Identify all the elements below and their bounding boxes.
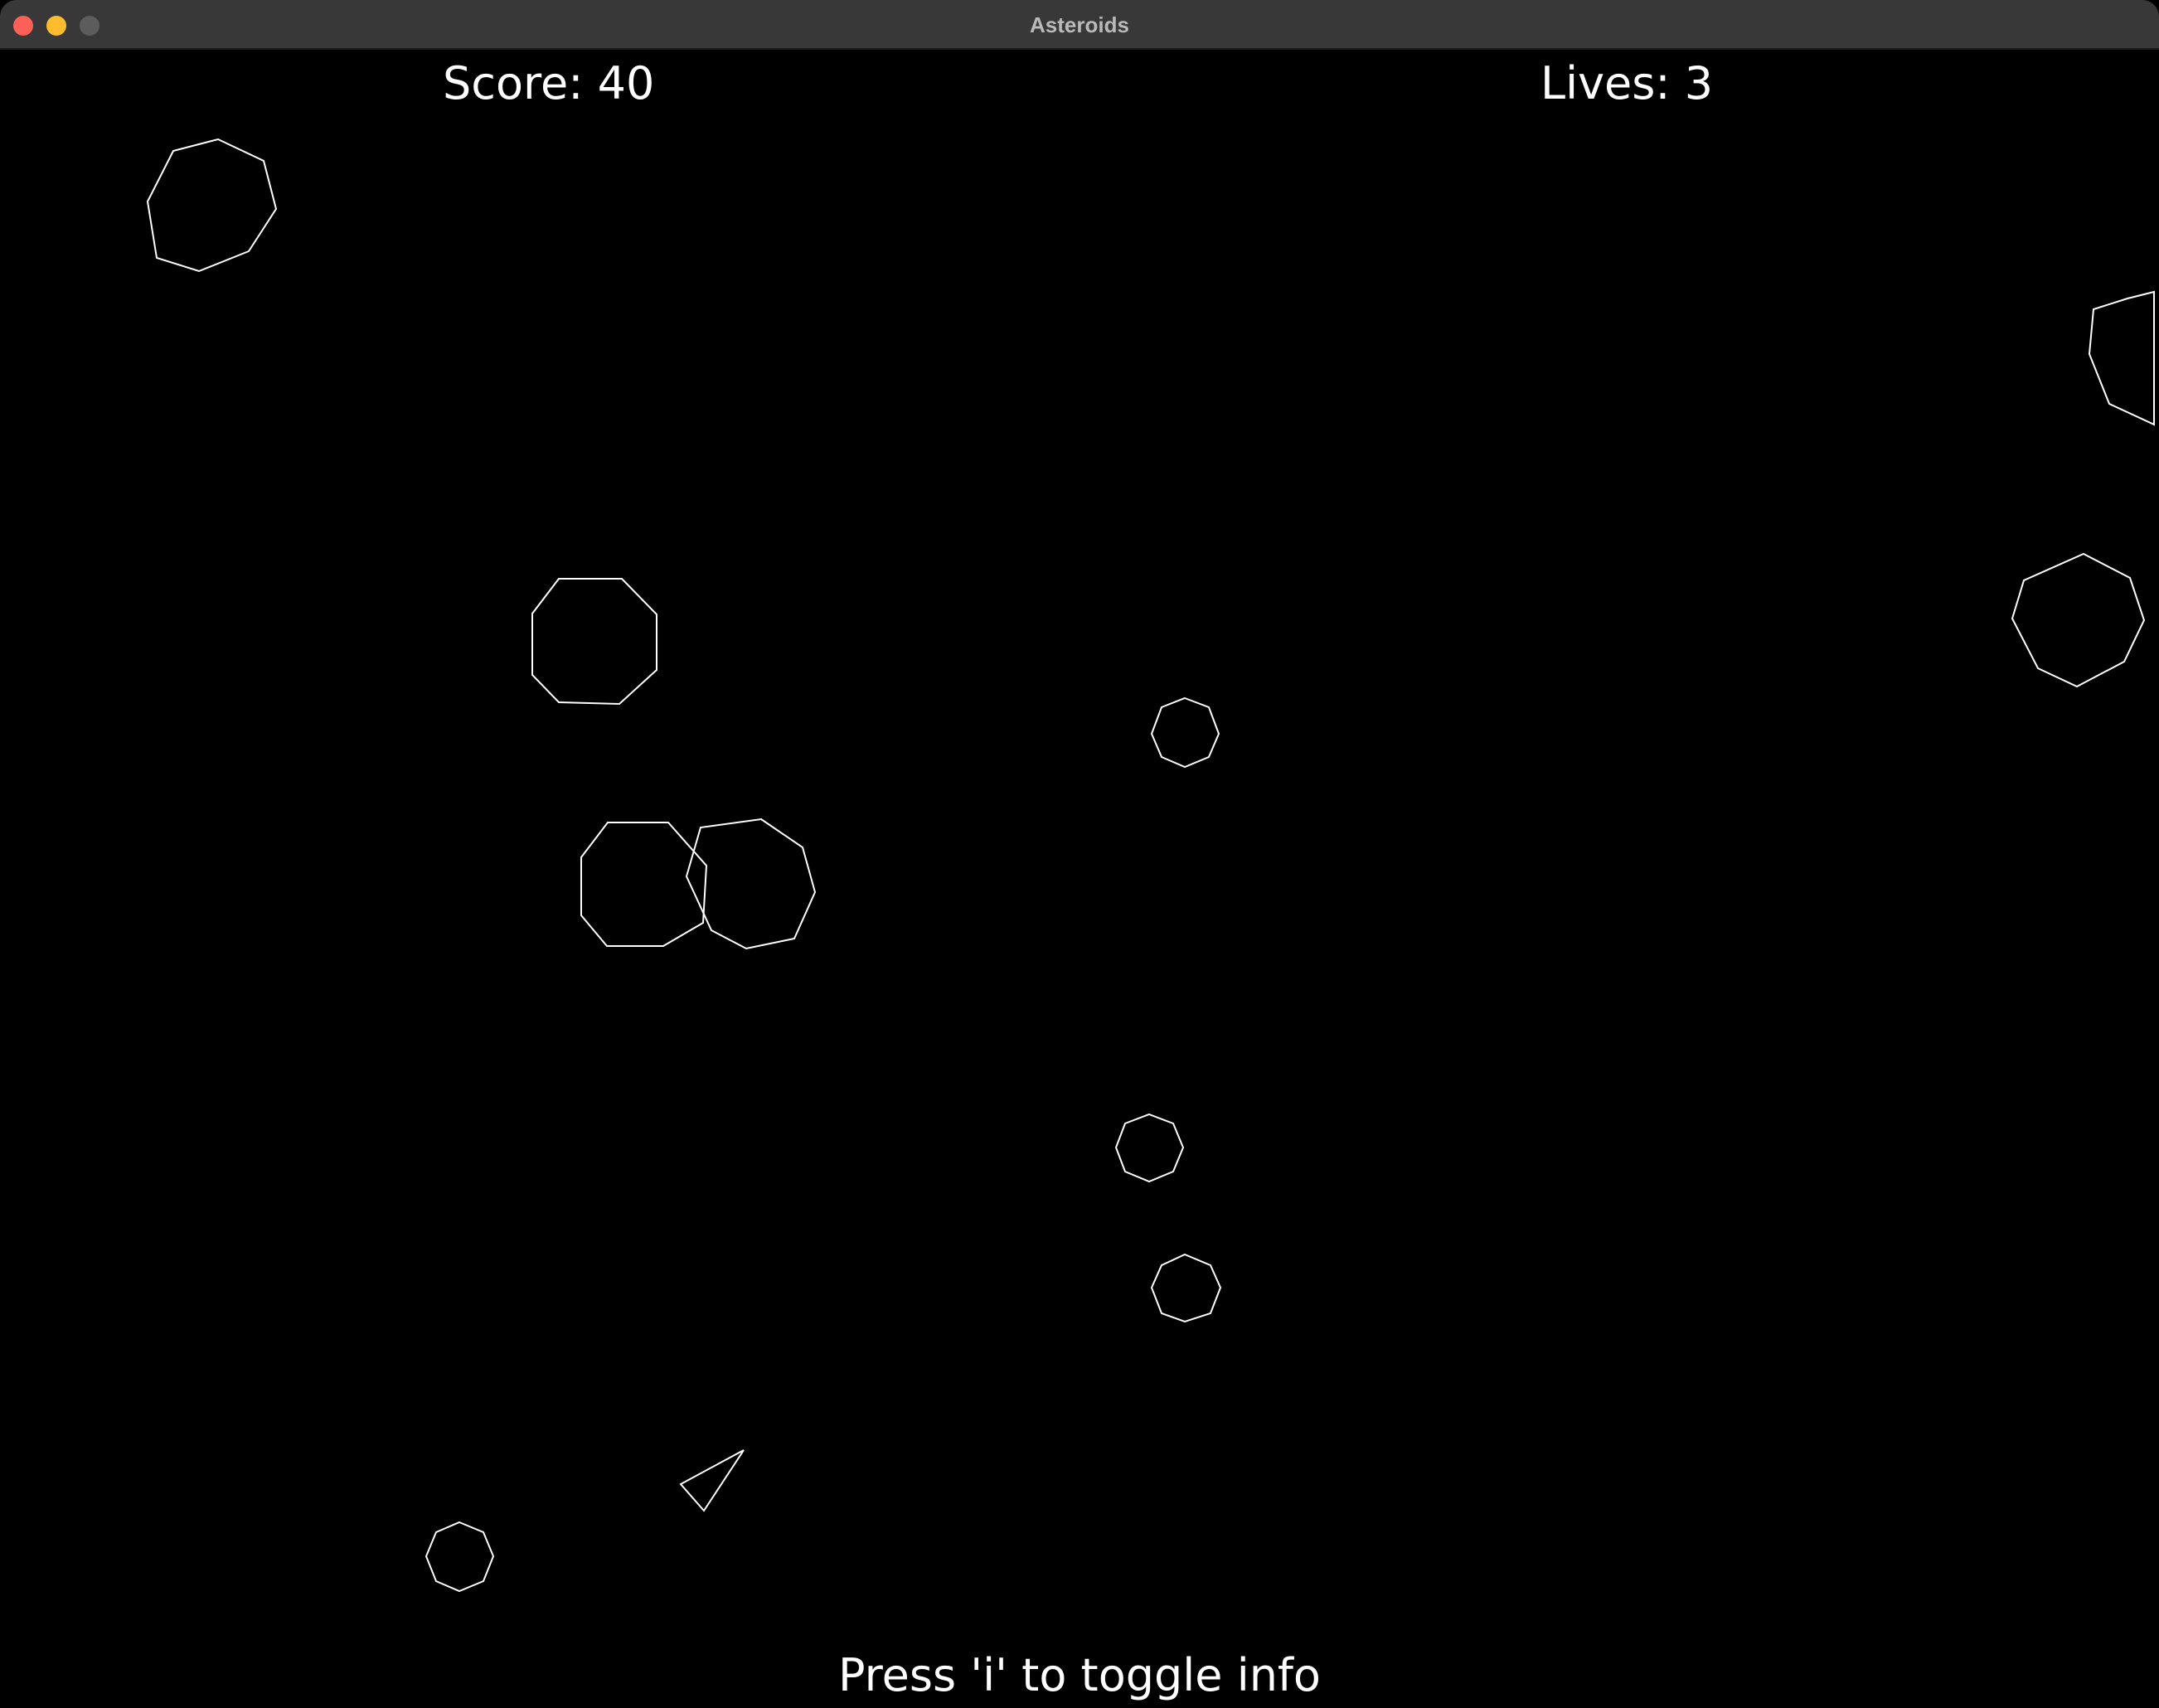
asteroid-small xyxy=(1150,696,1220,769)
game-window: Asteroids Score: 40 Lives: 3 Press 'i' t… xyxy=(0,0,2159,1708)
asteroid-large xyxy=(531,578,657,706)
asteroid-small xyxy=(1114,1113,1185,1183)
asteroid-small xyxy=(425,1521,495,1593)
asteroid-small xyxy=(1150,1253,1222,1323)
score-display: Score: 40 xyxy=(443,57,655,109)
asteroid-large-partial xyxy=(2088,290,2155,426)
game-scene xyxy=(146,138,2155,1593)
info-toggle-hint: Press 'i' to toggle info xyxy=(838,1649,1321,1701)
lives-display: Lives: 3 xyxy=(1540,57,1714,109)
asteroid-large xyxy=(146,138,278,273)
player-ship xyxy=(679,1449,745,1512)
asteroid-large xyxy=(2011,552,2146,688)
asteroid-large xyxy=(580,822,708,947)
